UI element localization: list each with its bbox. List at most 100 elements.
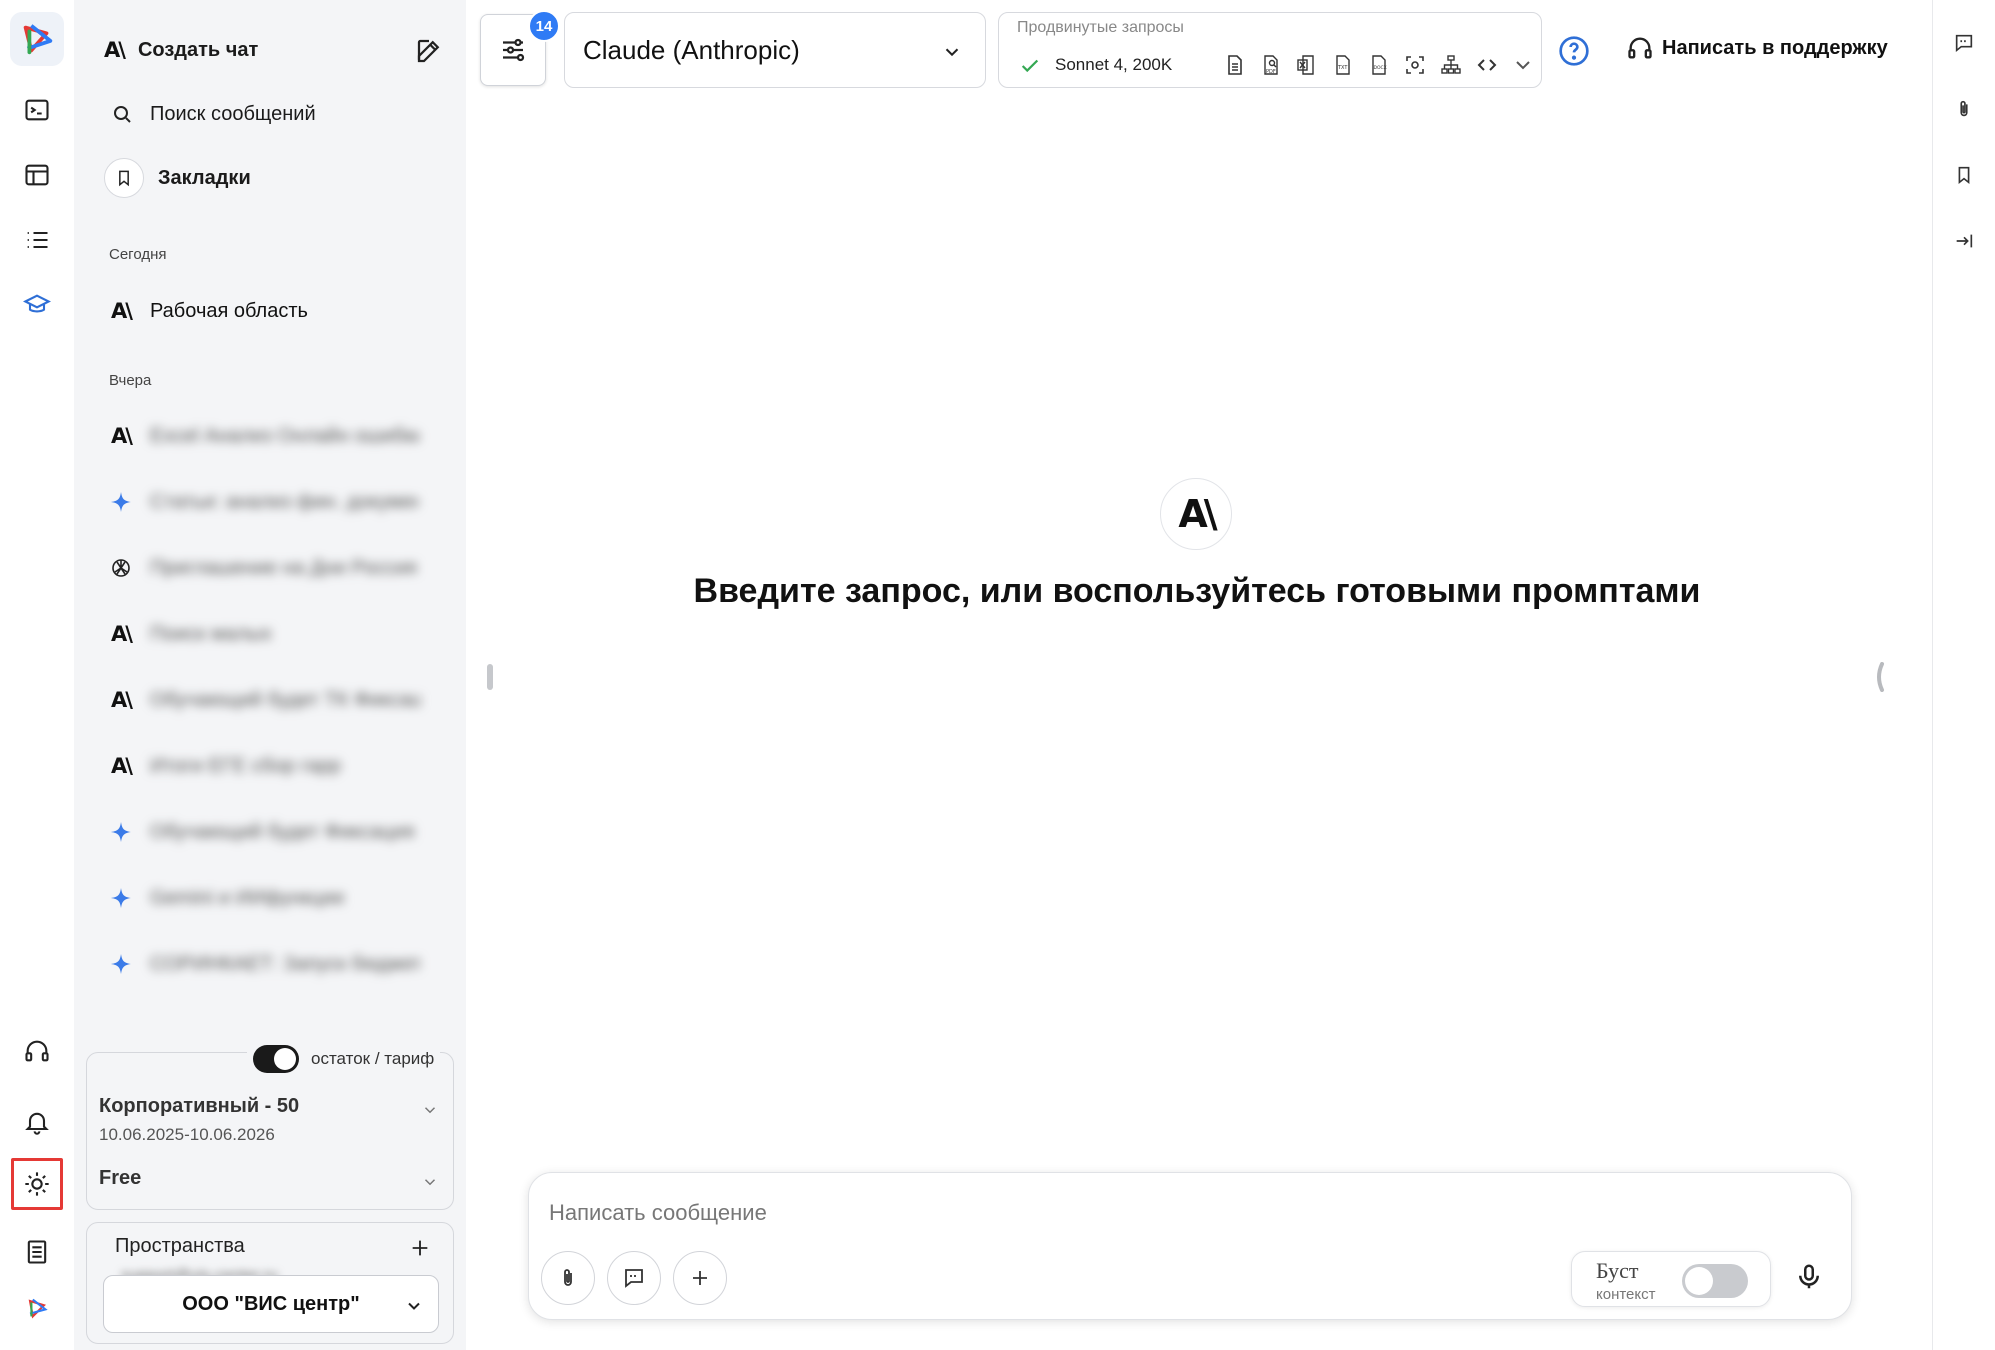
add-space-icon[interactable] xyxy=(409,1237,431,1259)
boost-sublabel: контекст xyxy=(1596,1286,1656,1303)
boost-label: Буст xyxy=(1596,1258,1639,1283)
add-button[interactable] xyxy=(673,1251,727,1305)
app-logo-icon xyxy=(23,24,53,55)
support-label: Написать в поддержку xyxy=(1662,36,1888,59)
empty-state-text: Введите запрос, или воспользуйтесь готов… xyxy=(693,572,1701,610)
theme-sun-button[interactable] xyxy=(11,1158,63,1210)
collapse-panel-icon[interactable] xyxy=(1949,226,1979,256)
chat-item[interactable]: A\ Обучающий будет ТК Фиксация xyxy=(108,680,428,720)
chevron-down-icon[interactable] xyxy=(421,1101,439,1119)
table-icon[interactable] xyxy=(13,151,61,199)
chevron-down-icon xyxy=(945,48,959,57)
chat-item-label: Обучающий будет ТК Фиксация xyxy=(150,688,420,711)
bell-icon[interactable] xyxy=(13,1098,61,1146)
gemini-icon xyxy=(108,885,134,911)
balance-tariff-toggle[interactable]: остаток / тариф xyxy=(247,1045,441,1073)
pdf-icon[interactable]: PDF xyxy=(1257,51,1285,79)
advanced-requests-panel[interactable]: Продвинутые запросы Sonnet 4, 200K PDF T… xyxy=(998,12,1542,88)
chevron-down-icon xyxy=(408,1302,420,1310)
chat-item[interactable]: Gemini и ИИфункции xyxy=(108,878,428,918)
chat-item-label: Gemini и ИИфункции xyxy=(150,886,345,909)
plan-name[interactable]: Корпоративный - 50 xyxy=(99,1095,299,1118)
anthropic-icon: A\ xyxy=(1178,492,1217,536)
sun-icon xyxy=(25,1172,49,1196)
chat-item[interactable]: A\ Рабочая область xyxy=(108,291,428,331)
boost-switch[interactable] xyxy=(1682,1264,1748,1298)
capability-icons: PDF TXT DOCX xyxy=(1221,51,1537,79)
chat-item[interactable]: Статьи: анализ фин. документов xyxy=(108,482,428,522)
plan-tier[interactable]: Free xyxy=(99,1167,141,1190)
chat-item-label: Статьи: анализ фин. документов xyxy=(150,490,420,513)
chat-item-label: Поиск малых xyxy=(150,622,272,645)
plan-card: остаток / тариф Корпоративный - 50 10.06… xyxy=(86,1045,454,1210)
chat-item[interactable]: Обучающий будет Фиксация кол xyxy=(108,812,428,852)
icon-rail xyxy=(0,0,74,1350)
chat-quote-icon[interactable] xyxy=(1949,28,1979,58)
document-icon[interactable] xyxy=(1221,51,1249,79)
bookmarks-button[interactable]: Закладки xyxy=(104,158,251,198)
chevron-down-icon[interactable] xyxy=(1509,51,1537,79)
paperclip-icon[interactable] xyxy=(1949,94,1979,124)
check-icon xyxy=(1021,59,1039,73)
sliders-icon xyxy=(503,38,525,62)
plan-dates: 10.06.2025-10.06.2026 xyxy=(99,1125,275,1144)
search-messages-button[interactable]: Поиск сообщений xyxy=(110,102,316,126)
document-icon[interactable] xyxy=(13,1228,61,1276)
chevron-down-icon[interactable] xyxy=(421,1173,439,1191)
chat-item[interactable]: A\ Excel Анализ Онлайн ошибки xyxy=(108,416,428,456)
chat-item[interactable]: Приглашение на Дни Россия xyxy=(108,548,428,588)
svg-text:PDF: PDF xyxy=(1266,69,1276,75)
list-icon[interactable] xyxy=(13,216,61,264)
chat-item[interactable]: СОРИНКАЕТ: Запуск бюджет xyxy=(108,944,428,984)
app-logo[interactable] xyxy=(10,12,64,66)
resize-handle-left[interactable] xyxy=(487,664,493,690)
openai-icon xyxy=(108,555,134,581)
model-select[interactable]: Claude (Anthropic) xyxy=(564,12,986,88)
txt-icon[interactable]: TXT xyxy=(1329,51,1357,79)
screenshot-icon[interactable] xyxy=(1401,51,1429,79)
hierarchy-icon[interactable] xyxy=(1437,51,1465,79)
chat-item[interactable]: A\ Поиск малых xyxy=(108,614,428,654)
spaces-title: Пространства xyxy=(115,1235,245,1257)
advanced-model: Sonnet 4, 200K xyxy=(1055,55,1173,74)
headset-icon[interactable] xyxy=(13,1027,61,1075)
graduation-cap-icon[interactable] xyxy=(13,281,61,329)
chat-item-label: Приглашение на Дни Россия xyxy=(150,556,418,579)
chat-quote-icon xyxy=(625,1269,643,1288)
paperclip-icon xyxy=(564,1269,572,1286)
toggle-label: остаток / тариф xyxy=(311,1049,435,1068)
gemini-icon xyxy=(108,489,134,515)
terminal-icon[interactable] xyxy=(13,86,61,134)
code-icon[interactable] xyxy=(1473,51,1501,79)
microphone-icon xyxy=(1799,1264,1819,1289)
vis-gpt-logo xyxy=(13,1284,61,1332)
settings-count-badge: 14 xyxy=(528,10,560,42)
advanced-title: Продвинутые запросы xyxy=(1017,19,1184,36)
microphone-button[interactable] xyxy=(1789,1257,1829,1297)
attach-button[interactable] xyxy=(541,1251,595,1305)
bookmark-icon xyxy=(104,158,144,198)
message-input[interactable] xyxy=(549,1195,1549,1231)
boost-context-toggle[interactable]: Буст контекст xyxy=(1571,1251,1771,1307)
new-chat-label: Создать чат xyxy=(137,38,259,61)
chat-item-label: Обучающий будет Фиксация кол xyxy=(150,820,420,843)
edit-icon[interactable] xyxy=(414,36,444,66)
anthropic-icon: A\ xyxy=(111,754,133,778)
bookmarks-label: Закладки xyxy=(158,166,251,189)
collapse-handle-right[interactable] xyxy=(1872,662,1886,692)
anthropic-icon: A\ xyxy=(111,688,133,712)
gemini-icon xyxy=(108,819,134,845)
toggle-switch[interactable] xyxy=(253,1045,299,1073)
chat-item[interactable]: A\ Итоги ЕГЕ сбор гарр xyxy=(108,746,428,786)
organization-select[interactable]: ООО "ВИС центр" xyxy=(103,1275,439,1333)
search-icon xyxy=(114,106,131,123)
support-button[interactable]: Написать в поддержку xyxy=(1626,34,1888,62)
docx-icon[interactable]: DOCX xyxy=(1365,51,1393,79)
anthropic-icon: A\ xyxy=(111,622,133,646)
search-label: Поиск сообщений xyxy=(150,102,316,125)
new-chat-button[interactable]: A\ Создать чат xyxy=(104,30,444,70)
bookmark-icon[interactable] xyxy=(1949,160,1979,190)
help-icon[interactable] xyxy=(1558,35,1590,67)
prompts-button[interactable] xyxy=(607,1251,661,1305)
excel-icon[interactable] xyxy=(1293,51,1321,79)
